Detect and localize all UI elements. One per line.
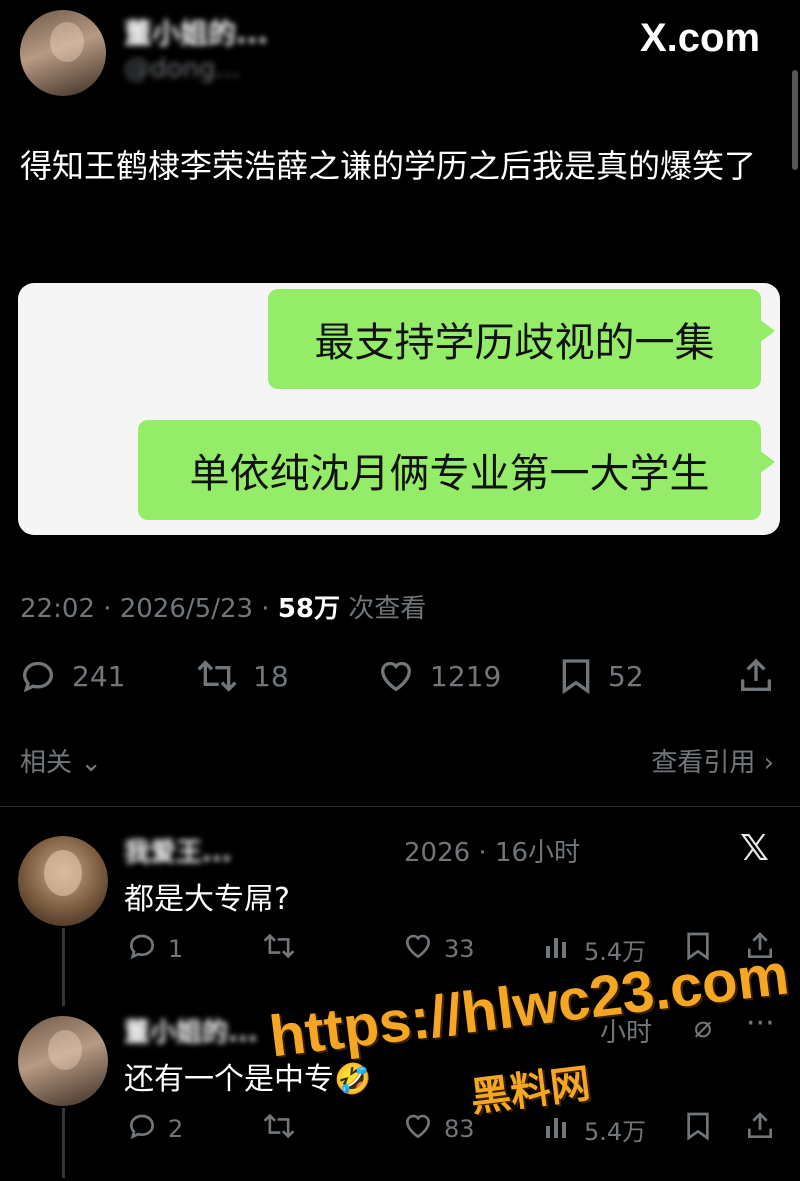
bookmark-action[interactable]: 52 (558, 656, 644, 696)
reply-action[interactable]: 1 (126, 930, 183, 968)
thread-line (62, 1108, 65, 1178)
reply-count: 2 (168, 1115, 184, 1143)
tweet-meta: 22:02 · 2026/5/23 · 58万 次查看 (20, 588, 426, 625)
like-count: 33 (444, 935, 475, 963)
retweet-action[interactable] (262, 1110, 296, 1148)
related-toggle[interactable]: 相关 ⌄ (20, 742, 102, 779)
retweet-count: 18 (253, 659, 289, 693)
share-action[interactable] (744, 1110, 776, 1148)
like-icon[interactable] (402, 1110, 434, 1148)
reply-action[interactable]: 2 (126, 1110, 183, 1148)
views-icon (542, 1110, 574, 1148)
like-action[interactable]: 1219 (376, 656, 501, 696)
view-quotes-label: 查看引用 (651, 748, 756, 778)
views-label: 次查看 (340, 594, 427, 624)
views-icon (542, 930, 574, 968)
view-quotes-link[interactable]: 查看引用 › (651, 742, 774, 779)
reply-icon[interactable] (18, 656, 58, 696)
thread-line (62, 928, 65, 1006)
share-icon[interactable] (744, 1110, 776, 1148)
retweet-action[interactable] (262, 930, 296, 968)
reply-text: 都是大专屌? (124, 882, 290, 917)
bookmark-count: 52 (608, 659, 644, 693)
retweet-icon[interactable] (262, 1110, 296, 1148)
author-avatar[interactable] (20, 10, 106, 96)
author-handle[interactable]: @dong... (124, 54, 240, 84)
bookmark-action[interactable] (684, 1110, 712, 1148)
related-label: 相关 (20, 748, 73, 778)
like-count: 1219 (430, 659, 502, 693)
site-logo: X.com (640, 16, 761, 60)
chevron-right-icon: › (755, 748, 774, 778)
attached-image[interactable]: 最支持学历歧视的一集 单依纯沈月俩专业第一大学生 (18, 283, 780, 535)
tweet-timestamp: 22:02 · 2026/5/23 · (20, 594, 278, 624)
retweet-action[interactable]: 18 (195, 656, 289, 696)
retweet-icon[interactable] (195, 656, 239, 696)
reply-avatar[interactable] (18, 1016, 108, 1106)
reply-icon[interactable] (126, 930, 158, 968)
reply-icon[interactable] (126, 1110, 158, 1148)
like-count: 83 (444, 1115, 475, 1143)
chat-bubble: 单依纯沈月俩专业第一大学生 (138, 420, 775, 520)
bookmark-icon[interactable] (684, 1110, 712, 1148)
reply-author-name[interactable]: 我爱王... (124, 832, 232, 869)
reply-time: 2026 · 16小时 (404, 838, 581, 868)
scrollbar[interactable] (792, 70, 798, 170)
like-action[interactable]: 83 (402, 1110, 475, 1148)
retweet-icon[interactable] (262, 930, 296, 968)
like-icon[interactable] (376, 656, 416, 696)
divider (0, 806, 800, 807)
like-action[interactable]: 33 (402, 930, 475, 968)
share-icon[interactable] (736, 656, 776, 696)
x-logo-icon: 𝕏 (740, 828, 770, 869)
like-icon[interactable] (402, 930, 434, 968)
reply-action[interactable]: 241 (18, 656, 125, 696)
reply-avatar[interactable] (18, 836, 108, 926)
reply-count: 241 (72, 659, 126, 693)
chevron-down-icon: ⌄ (72, 748, 103, 778)
watermark-url: https://hlwc23.com (265, 941, 793, 1070)
bookmark-icon[interactable] (558, 656, 594, 696)
views-count: 58万 (277, 594, 341, 624)
author-display-name[interactable]: 董小姐的... (124, 12, 268, 52)
reply-author-name[interactable]: 董小姐的... (124, 1012, 258, 1049)
tweet-text: 得知王鹤棣李荣浩薛之谦的学历之后我是真的爆笑了 (20, 147, 757, 185)
views-action[interactable]: 5.4万 (542, 1110, 646, 1148)
share-action[interactable] (736, 656, 776, 696)
chat-bubble: 最支持学历歧视的一集 (268, 289, 775, 389)
views-count: 5.4万 (584, 1117, 647, 1146)
reply-count: 1 (168, 935, 184, 963)
